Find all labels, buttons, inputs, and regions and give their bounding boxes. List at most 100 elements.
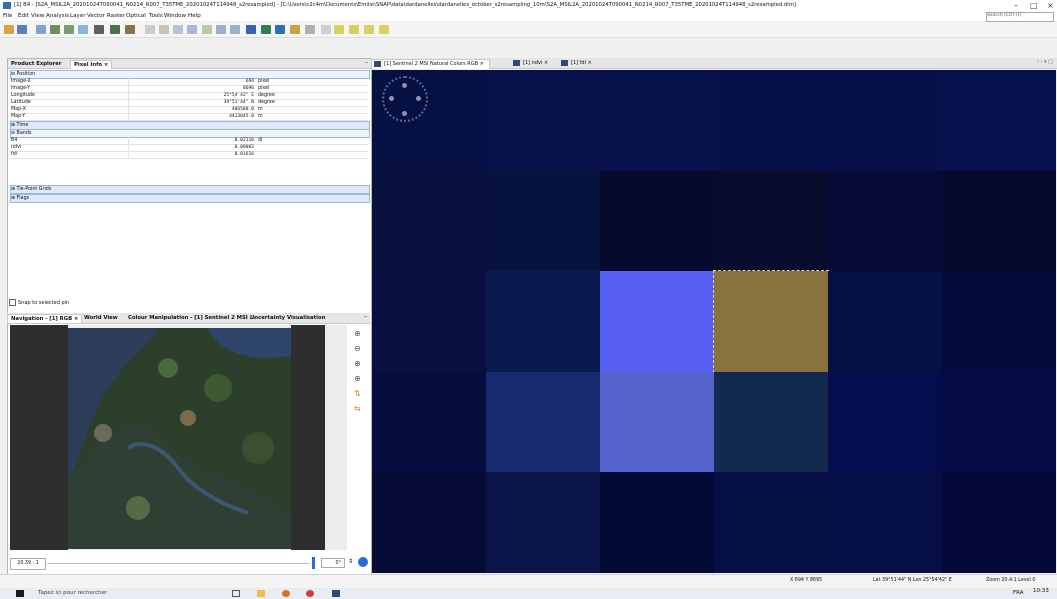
- tab-world-view[interactable]: World View: [81, 314, 121, 322]
- menu-vector[interactable]: Vector: [87, 13, 105, 19]
- sync-views-icon[interactable]: ⇅: [354, 389, 364, 399]
- select-tool-icon[interactable]: [145, 25, 155, 34]
- taskbar-search-input[interactable]: Tapez ici pour rechercher: [38, 590, 107, 596]
- menu-help[interactable]: Help: [188, 13, 201, 19]
- layer-manager-icon[interactable]: [94, 25, 104, 34]
- save-product-icon[interactable]: [17, 25, 27, 34]
- menu-file[interactable]: File: [3, 13, 12, 19]
- checkbox-icon[interactable]: [9, 299, 16, 306]
- tab-scroll-icon[interactable]: ‹ › ▾ □: [1037, 59, 1053, 65]
- gcp-icon[interactable]: [78, 25, 88, 34]
- pixel-cell[interactable]: [600, 271, 714, 372]
- tab-fdi[interactable]: [1] fdi ×: [559, 59, 597, 68]
- mosaic-icon[interactable]: [64, 25, 74, 34]
- pixel-cell[interactable]: [714, 70, 828, 171]
- polyline-tool-icon[interactable]: [230, 25, 240, 34]
- pixel-cell[interactable]: [486, 472, 600, 573]
- batch-processing-icon[interactable]: [125, 25, 135, 34]
- pixel-cell[interactable]: [942, 70, 1056, 171]
- sync-cursor-icon[interactable]: ⇆: [354, 404, 364, 414]
- minimize-icon[interactable]: –: [1014, 1, 1018, 10]
- pixel-cell[interactable]: [714, 472, 828, 573]
- menu-view[interactable]: View: [31, 13, 44, 19]
- help-icon[interactable]: [358, 557, 368, 567]
- pixel-cell[interactable]: [372, 271, 486, 372]
- language-indicator[interactable]: FRA: [1013, 590, 1024, 596]
- band-maths-icon[interactable]: [36, 25, 46, 34]
- search-input[interactable]: Search (Ctrl+I): [986, 12, 1054, 22]
- zoom-in-icon[interactable]: ⊕: [354, 329, 364, 339]
- pixel-cell[interactable]: [714, 170, 828, 272]
- tab-pixel-info[interactable]: Pixel Info ×: [70, 60, 113, 69]
- zoom-pixel-icon[interactable]: ⊕: [354, 359, 364, 369]
- pixel-cell[interactable]: [600, 70, 714, 171]
- pixel-cell[interactable]: [486, 170, 600, 272]
- close-icon[interactable]: ×: [1047, 1, 1054, 10]
- navigation-compass-icon[interactable]: [382, 76, 428, 122]
- firefox-icon[interactable]: [282, 590, 290, 597]
- pixel-cell[interactable]: [600, 472, 714, 573]
- snap-to-pin-checkbox[interactable]: Snap to selected pin: [9, 299, 69, 306]
- pixel-cell[interactable]: [828, 472, 942, 573]
- tile-evenly-icon[interactable]: [334, 25, 344, 34]
- pixel-cell[interactable]: [600, 170, 714, 272]
- polygon-tool-icon[interactable]: [261, 25, 271, 34]
- satellite-overview-image[interactable]: [68, 328, 291, 549]
- chrome-icon[interactable]: [306, 590, 314, 597]
- menu-tools[interactable]: Tools: [149, 13, 163, 19]
- pixel-cell[interactable]: [486, 70, 600, 171]
- tab-uncertainty-visualisation[interactable]: Uncertainty Visualisation: [247, 314, 328, 322]
- minimize-panel-icon[interactable]: –: [364, 313, 367, 320]
- zoom-out-icon[interactable]: ⊖: [354, 344, 364, 354]
- windows-start-icon[interactable]: [16, 590, 24, 597]
- pixel-cell[interactable]: [486, 271, 600, 372]
- rectangle-tool-icon[interactable]: [246, 25, 256, 34]
- range-finder-icon[interactable]: [290, 25, 300, 34]
- zoom-slider-thumb[interactable]: [312, 557, 315, 569]
- tab-product-explorer[interactable]: Product Explorer: [8, 60, 64, 68]
- zoom-all-icon[interactable]: ⊕: [354, 374, 364, 384]
- minimize-panel-icon[interactable]: –: [365, 59, 368, 66]
- tile-vertically-icon[interactable]: [364, 25, 374, 34]
- pixel-cell[interactable]: [372, 371, 486, 473]
- pixel-cell[interactable]: [942, 170, 1056, 272]
- menu-layer[interactable]: Layer: [70, 13, 86, 19]
- image-canvas[interactable]: [372, 70, 1056, 573]
- zoom-tool-icon[interactable]: [173, 25, 183, 34]
- tab-navigation[interactable]: Navigation - [1] RGB ×: [7, 314, 83, 323]
- pin-tool-icon[interactable]: [187, 25, 197, 34]
- pixel-cell[interactable]: [942, 371, 1056, 473]
- section-flags[interactable]: ⊞ Flags: [10, 194, 370, 203]
- gcp-tool-icon[interactable]: [202, 25, 212, 34]
- menu-edit[interactable]: Edit: [18, 13, 29, 19]
- pixel-cell[interactable]: [942, 271, 1056, 372]
- tab-ndvi[interactable]: [1] ndvi ×: [511, 59, 553, 68]
- pixel-cell[interactable]: [828, 70, 942, 171]
- pixel-cell[interactable]: [372, 170, 486, 272]
- maximize-icon[interactable]: □: [1030, 1, 1038, 10]
- pixel-cell[interactable]: [372, 472, 486, 573]
- pixel-cell[interactable]: [714, 371, 828, 473]
- tab-rgb-image[interactable]: [1] Sentinel 2 MSI Natural Colors RGB ×: [371, 59, 490, 69]
- section-tie-point-grids[interactable]: ⊞ Tie-Point Grids: [10, 185, 370, 194]
- menu-raster[interactable]: Raster: [107, 13, 125, 19]
- clock[interactable]: 10:33: [1033, 588, 1049, 594]
- subset-icon[interactable]: [50, 25, 60, 34]
- angle-spinner-icon[interactable]: ⇕: [348, 558, 353, 565]
- open-product-icon[interactable]: [4, 25, 14, 34]
- pixel-cell[interactable]: [828, 271, 942, 372]
- pixel-cell[interactable]: [828, 371, 942, 473]
- menu-optical[interactable]: Optical: [126, 13, 146, 19]
- ellipse-tool-icon[interactable]: [275, 25, 285, 34]
- pixel-cell[interactable]: [713, 270, 829, 373]
- pixel-cell[interactable]: [600, 371, 714, 473]
- draw-line-icon[interactable]: [321, 25, 331, 34]
- scale-field[interactable]: 20.39 : 1: [10, 558, 46, 570]
- rotation-angle-field[interactable]: 0°: [321, 558, 345, 568]
- zoom-slider[interactable]: [47, 563, 309, 564]
- graph-builder-icon[interactable]: [110, 25, 120, 34]
- pixel-cell[interactable]: [942, 472, 1056, 573]
- tab-colour-manipulation[interactable]: Colour Manipulation - [1] Sentinel 2 MSI…: [125, 314, 259, 322]
- magic-wand-icon[interactable]: [305, 25, 315, 34]
- pixel-cell[interactable]: [486, 371, 600, 473]
